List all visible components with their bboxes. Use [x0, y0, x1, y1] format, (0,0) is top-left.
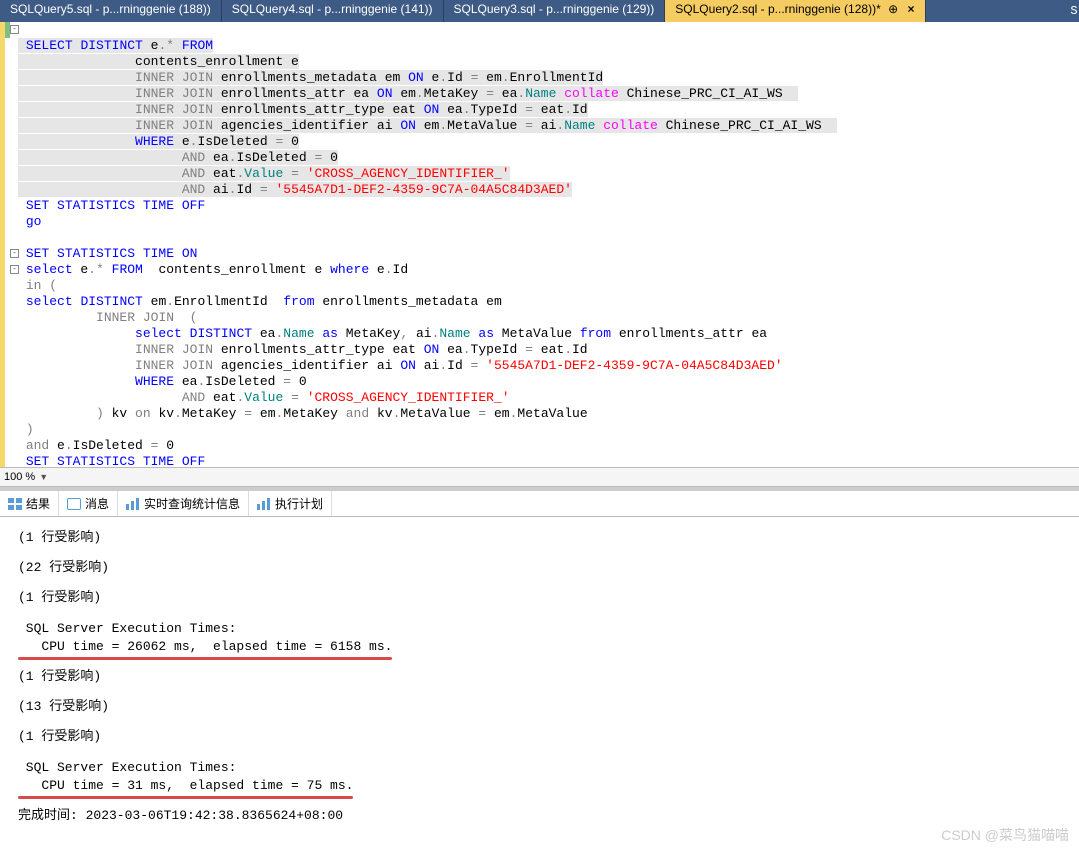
- msg-row: (13 行受影响): [18, 698, 1061, 716]
- results-tab[interactable]: 结果: [0, 491, 59, 516]
- zoom-bar: 100 %▼: [0, 467, 1079, 487]
- msg-row: (1 行受影响): [18, 668, 1061, 686]
- tab-label: SQLQuery4.sql - p...rninggenie (141)): [232, 2, 433, 16]
- tab-label: 实时查询统计信息: [144, 495, 240, 512]
- result-tabs: 结果 消息 实时查询统计信息 执行计划: [0, 491, 1079, 517]
- tab-sqlquery4[interactable]: SQLQuery4.sql - p...rninggenie (141)): [222, 0, 444, 22]
- msg-row: SQL Server Execution Times: CPU time = 2…: [18, 620, 1061, 656]
- msg-row: (1 行受影响): [18, 529, 1061, 547]
- tab-sqlquery5[interactable]: SQLQuery5.sql - p...rninggenie (188)): [0, 0, 222, 22]
- stats-icon: [126, 498, 140, 510]
- live-stats-tab[interactable]: 实时查询统计信息: [118, 491, 249, 516]
- msg-completion: 完成时间: 2023-03-06T19:42:38.8365624+08:00: [18, 807, 1061, 825]
- zoom-dropdown[interactable]: 100 %▼: [4, 471, 48, 483]
- msg-row: (1 行受影响): [18, 728, 1061, 746]
- chevron-down-icon: ▼: [39, 472, 48, 482]
- tab-sqlquery3[interactable]: SQLQuery3.sql - p...rninggenie (129)): [444, 0, 666, 22]
- tab-label: 结果: [26, 495, 50, 512]
- tab-label: SQLQuery3.sql - p...rninggenie (129)): [454, 2, 655, 16]
- msg-row: SQL Server Execution Times: CPU time = 3…: [18, 759, 1061, 795]
- tab-label: 执行计划: [275, 495, 323, 512]
- close-icon[interactable]: ×: [907, 2, 914, 16]
- messages-tab[interactable]: 消息: [59, 491, 118, 516]
- tab-label: 消息: [85, 495, 109, 512]
- plan-icon: [257, 498, 271, 510]
- pin-icon[interactable]: ⊕: [888, 2, 898, 16]
- grid-icon: [8, 498, 22, 510]
- messages-panel[interactable]: (1 行受影响) (22 行受影响) (1 行受影响) SQL Server E…: [0, 517, 1079, 857]
- tab-label: SQLQuery2.sql - p...rninggenie (128))*: [675, 2, 880, 16]
- execution-time-1: CPU time = 26062 ms, elapsed time = 6158…: [18, 638, 392, 656]
- execution-plan-tab[interactable]: 执行计划: [249, 491, 332, 516]
- code-editor[interactable]: - - - SELECT DISTINCT e.* FROM contents_…: [0, 22, 1079, 467]
- tab-sqlquery2[interactable]: SQLQuery2.sql - p...rninggenie (128))* ⊕…: [665, 0, 925, 22]
- msg-row: (22 行受影响): [18, 559, 1061, 577]
- file-tabs: SQLQuery5.sql - p...rninggenie (188)) SQ…: [0, 0, 1079, 22]
- tab-label: SQLQuery5.sql - p...rninggenie (188)): [10, 2, 211, 16]
- overflow-tab[interactable]: S: [1069, 0, 1079, 22]
- code-content: SELECT DISTINCT e.* FROM contents_enroll…: [18, 22, 1079, 467]
- message-icon: [67, 498, 81, 510]
- change-marker: [0, 22, 5, 467]
- msg-row: (1 行受影响): [18, 589, 1061, 607]
- watermark: CSDN @菜鸟猫喵喵: [941, 825, 1069, 845]
- execution-time-2: CPU time = 31 ms, elapsed time = 75 ms.: [18, 777, 353, 795]
